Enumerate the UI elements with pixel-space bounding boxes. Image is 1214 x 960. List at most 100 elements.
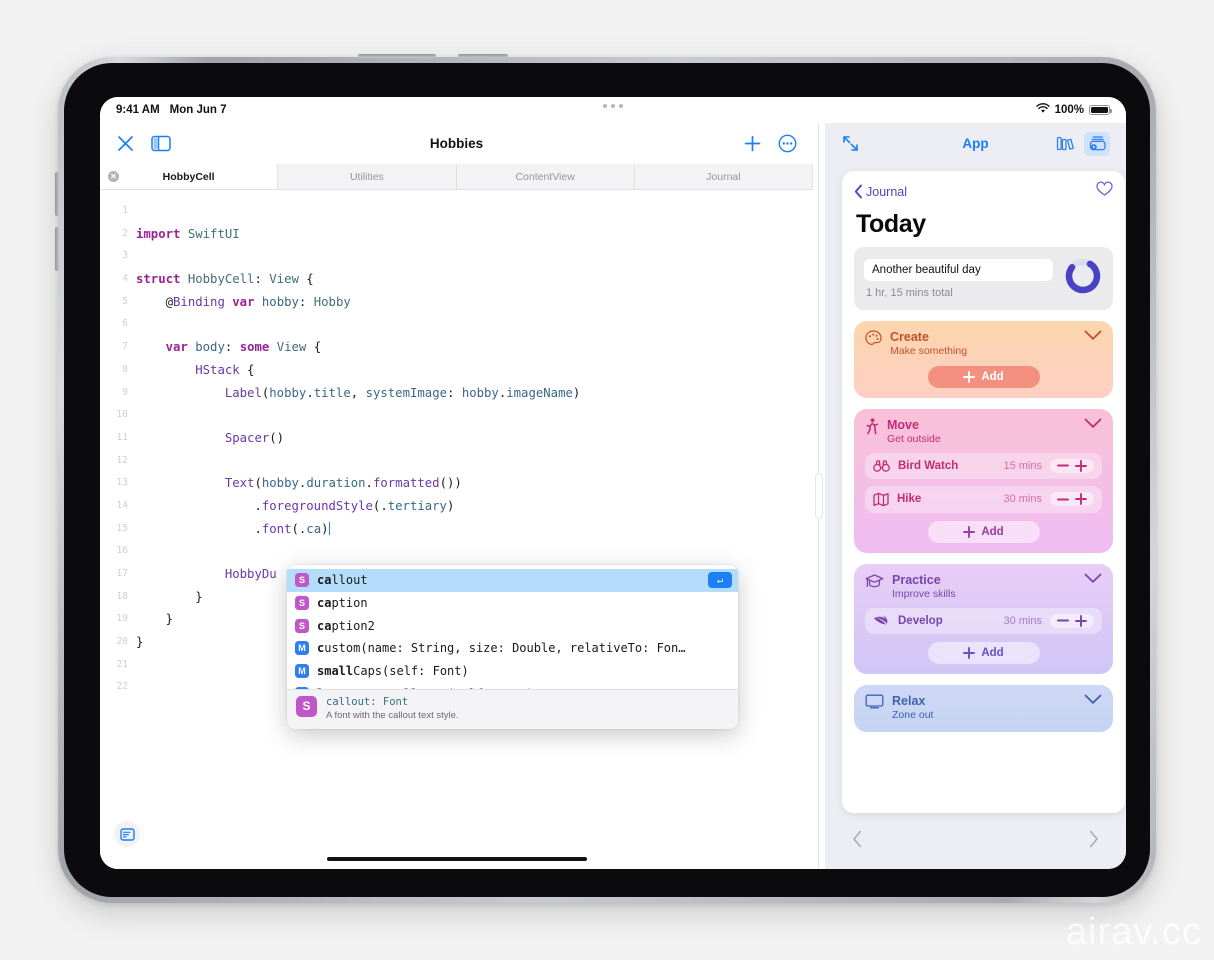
autocomplete-item[interactable]: MlowercaseSmallCaps(self: Font): [287, 682, 738, 689]
activity-row[interactable]: Hike 30 mins: [865, 485, 1102, 513]
volume-down-button[interactable]: [55, 227, 59, 271]
split-divider-grip[interactable]: [816, 474, 822, 518]
autocomplete-list[interactable]: Scallout ↵ Scaption Scaption2 Mcustom(name: …: [287, 565, 738, 689]
autocomplete-item[interactable]: Mcustom(name: String, size: Double, rela…: [287, 637, 738, 660]
next-preview-button[interactable]: [1088, 830, 1099, 853]
minus-icon[interactable]: [1057, 498, 1069, 501]
ipad-bezel: 9:41 AM Mon Jun 7 100% Hobbies ✕ HobbyCe…: [64, 63, 1150, 897]
activity-row[interactable]: Bird Watch 15 mins: [865, 452, 1102, 479]
code-line: Spacer(): [224, 430, 285, 445]
split-view: Hobbies ✕ HobbyCell Utilities ContentView Jo…: [100, 123, 1126, 869]
preview-card-relax[interactable]: Relax Zone out: [854, 684, 1113, 732]
duration-stepper[interactable]: [1050, 613, 1094, 628]
close-x-icon[interactable]: [116, 134, 135, 153]
duration-stepper[interactable]: [1050, 458, 1094, 473]
graduation-cap-icon: [865, 573, 884, 589]
add-button-label: Add: [981, 370, 1004, 383]
add-activity-button[interactable]: Add: [927, 365, 1040, 388]
line-number: 5: [122, 295, 128, 307]
preview-card-create[interactable]: Create Make something Add: [854, 321, 1113, 398]
line-number: 1: [122, 205, 128, 216]
expand-diagonal-icon[interactable]: [841, 134, 860, 153]
preview-card-practice[interactable]: Practice Improve skills Develop 30 mins Add: [854, 563, 1113, 674]
preview-play-icon[interactable]: [1084, 131, 1110, 156]
activity-name: Bird Watch: [898, 459, 959, 472]
preview-pane: App Journal Today Another beautiful day …: [825, 123, 1126, 869]
chevron-down-icon[interactable]: [1084, 573, 1102, 584]
line-number: 13: [116, 477, 128, 489]
line-number: 19: [116, 613, 128, 625]
library-books-icon[interactable]: [1052, 132, 1078, 156]
power-button[interactable]: [358, 54, 436, 58]
line-number: 4: [122, 273, 128, 285]
console-toggle-icon[interactable]: [114, 821, 140, 847]
plus-icon[interactable]: [1075, 614, 1087, 627]
heart-icon[interactable]: [1096, 181, 1113, 202]
editor-tab-hobbycell[interactable]: ✕ HobbyCell: [100, 164, 279, 189]
editor-tab-label: Utilities: [349, 170, 384, 183]
activity-row[interactable]: Develop 30 mins: [865, 607, 1102, 634]
multitask-dot: [611, 104, 615, 108]
preview-nav-bar: Journal: [842, 171, 1125, 204]
line-number: 11: [116, 431, 128, 443]
plus-icon[interactable]: [1075, 459, 1087, 472]
autocomplete-detail: S callout: Font A font with the callout …: [287, 689, 738, 729]
autocomplete-item-label: caption: [317, 596, 368, 611]
code-text-area[interactable]: 1 2 3 4 5 6 7 8 9 10 11 12 13 14 15 16 17 18 19 20 21 22 impo…: [100, 191, 813, 869]
preview-card-move[interactable]: Move Get outside Bird Watch 15 mins Hike 30 m…: [854, 408, 1113, 553]
line-number-gutter: 1 2 3 4 5 6 7 8 9 10 11 12 13 14 15 16 17 18 19 20 21 22: [100, 191, 136, 699]
previous-preview-button[interactable]: [852, 830, 863, 853]
line-number: 3: [122, 250, 128, 262]
autocomplete-detail-signature: callout: Font: [326, 696, 409, 708]
card-subtitle: Make something: [890, 345, 968, 358]
sidebar-toggle-icon[interactable]: [151, 134, 171, 153]
autocomplete-item[interactable]: Scaption2: [287, 614, 738, 637]
plus-icon[interactable]: [1075, 493, 1087, 506]
preview-back-label: Journal: [866, 184, 907, 199]
code-line: Text(hobby.duration.formatted()): [224, 476, 462, 491]
ellipsis-circle-icon[interactable]: [778, 134, 797, 153]
duration-stepper[interactable]: [1050, 492, 1094, 507]
autocomplete-item[interactable]: Scaption: [287, 592, 738, 615]
symbol-badge-icon: S: [295, 596, 309, 611]
volume-up-button[interactable]: [55, 172, 59, 216]
activity-duration: 30 mins: [1003, 493, 1042, 506]
multitask-dot: [603, 104, 607, 108]
plus-icon[interactable]: [743, 134, 762, 153]
minus-icon[interactable]: [1057, 619, 1069, 622]
line-number: 7: [122, 341, 128, 353]
autocomplete-popup[interactable]: Scallout ↵ Scaption Scaption2 Mcustom(name: …: [287, 565, 738, 729]
editor-tab-utilities[interactable]: Utilities: [278, 164, 457, 189]
card-title: Relax: [892, 693, 926, 708]
split-divider[interactable]: [813, 123, 825, 869]
chevron-down-icon[interactable]: [1084, 330, 1102, 341]
editor-tab-contentview[interactable]: ContentView: [456, 164, 635, 189]
plus-icon: [963, 525, 976, 538]
card-subtitle: Improve skills: [892, 588, 956, 601]
add-activity-button[interactable]: Add: [927, 641, 1040, 664]
chevron-down-icon[interactable]: [1084, 418, 1102, 429]
swift-bird-icon: [873, 614, 890, 628]
editor-tab-journal[interactable]: Journal: [634, 164, 813, 189]
ipad-device-frame: 9:41 AM Mon Jun 7 100% Hobbies ✕ HobbyCe…: [55, 54, 1156, 903]
chevron-down-icon[interactable]: [1084, 694, 1102, 705]
autocomplete-item[interactable]: Scallout ↵: [287, 569, 738, 592]
multitasking-control[interactable]: [603, 104, 623, 108]
antenna-band: [458, 54, 508, 58]
add-activity-button[interactable]: Add: [927, 520, 1040, 543]
entry-text-field[interactable]: Another beautiful day: [864, 258, 1053, 281]
preview-back-button[interactable]: Journal: [854, 184, 907, 199]
autocomplete-item[interactable]: MsmallCaps(self: Font): [287, 660, 738, 683]
symbol-badge-icon: M: [295, 686, 309, 689]
minus-icon[interactable]: [1057, 464, 1069, 467]
autocomplete-item-label: caption2: [317, 618, 375, 633]
symbol-badge-icon: M: [295, 641, 309, 656]
symbol-badge-icon: S: [296, 696, 317, 717]
return-key-icon[interactable]: ↵: [708, 572, 732, 588]
status-bar: 9:41 AM Mon Jun 7 100%: [100, 97, 1126, 123]
card-title: Practice: [892, 572, 941, 587]
tab-close-icon[interactable]: ✕: [108, 171, 119, 182]
